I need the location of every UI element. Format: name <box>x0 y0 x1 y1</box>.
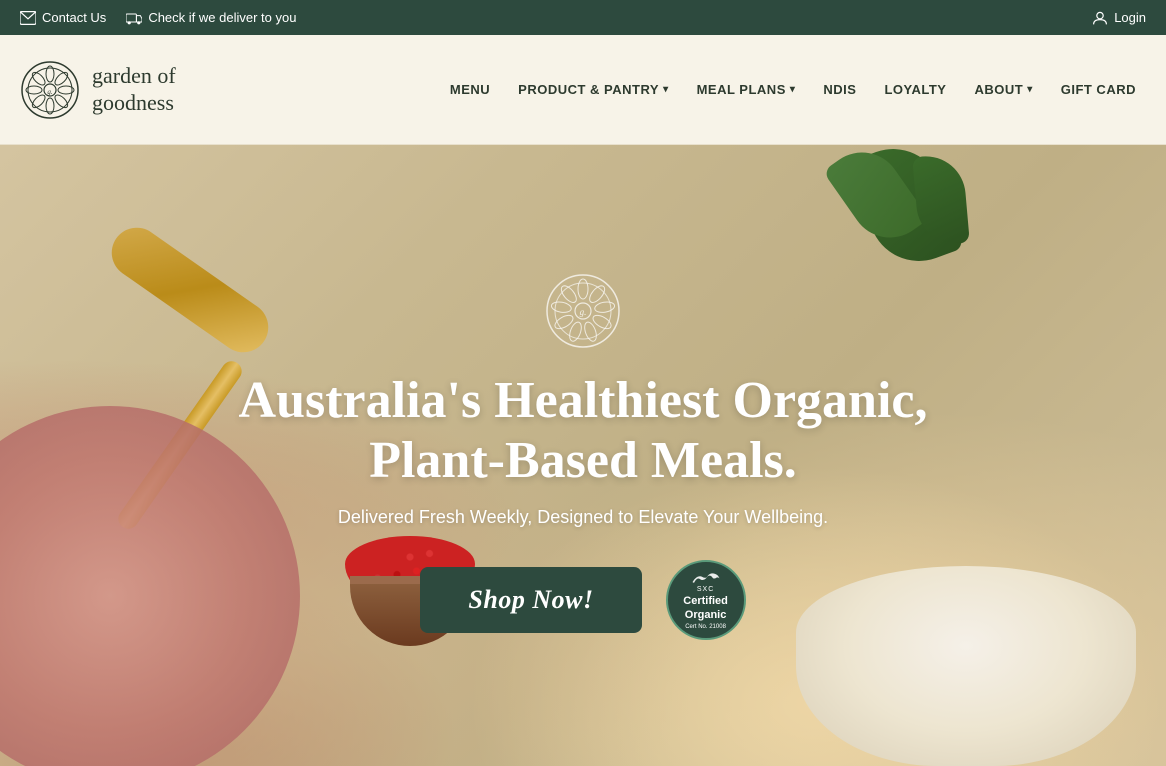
contact-us-link[interactable]: Contact Us <box>20 10 106 26</box>
nav-product-pantry[interactable]: PRODUCT & PANTRY ▾ <box>518 82 668 97</box>
logo-text-line1: garden of <box>92 63 176 89</box>
svg-text:g.: g. <box>47 88 53 96</box>
nav-about[interactable]: ABOUT ▾ <box>974 82 1032 97</box>
svg-text:g.: g. <box>580 307 587 317</box>
shop-now-button[interactable]: Shop Now! <box>420 567 641 633</box>
hero-section: g. Australia's Healthiest Organic, Plant… <box>0 145 1166 766</box>
logo-text-line2: goodness <box>92 90 176 116</box>
chevron-down-icon: ▾ <box>663 84 669 95</box>
nav-loyalty[interactable]: LOYALTY <box>884 82 946 97</box>
logo-area[interactable]: g. garden of goodness <box>20 60 176 120</box>
badge-sub-text: Cert No. 21008 <box>685 624 726 630</box>
organic-badge: SXC Certified Organic Cert No. 21008 <box>666 560 746 640</box>
login-area[interactable]: Login <box>1092 10 1146 26</box>
logo-icon: g. <box>20 60 80 120</box>
chevron-down-icon: ▾ <box>790 84 796 95</box>
nav-meal-plans[interactable]: MEAL PLANS ▾ <box>697 82 796 97</box>
nav-menu[interactable]: MENU <box>450 82 490 97</box>
delivery-check-link[interactable]: Check if we deliver to you <box>126 10 296 26</box>
logo-text: garden of goodness <box>92 63 176 116</box>
hero-logo-watermark: g. <box>543 271 623 351</box>
top-bar-left: Contact Us Check if we deliver to you <box>20 10 296 26</box>
nav-ndis[interactable]: NDIS <box>823 82 856 97</box>
hero-cta-area: Shop Now! SXC Certified Organic Cert No.… <box>420 560 745 640</box>
hero-title: Australia's Healthiest Organic, Plant-Ba… <box>239 371 928 491</box>
chevron-down-icon: ▾ <box>1027 84 1033 95</box>
delivery-check-label: Check if we deliver to you <box>148 10 296 25</box>
login-label: Login <box>1114 10 1146 25</box>
header: g. garden of goodness MENU PRODUCT & PAN… <box>0 35 1166 145</box>
badge-main-text: Certified Organic <box>676 595 736 621</box>
user-icon <box>1092 10 1108 26</box>
nav-gift-card[interactable]: GIFT CARD <box>1061 82 1136 97</box>
delivery-icon <box>126 10 142 26</box>
top-bar: Contact Us Check if we deliver to you Lo… <box>0 0 1166 35</box>
email-icon <box>20 10 36 26</box>
contact-us-label: Contact Us <box>42 10 106 25</box>
hero-content: g. Australia's Healthiest Organic, Plant… <box>0 145 1166 766</box>
organic-badge-icon <box>691 570 721 587</box>
hero-subtitle: Delivered Fresh Weekly, Designed to Elev… <box>338 507 828 528</box>
main-nav: MENU PRODUCT & PANTRY ▾ MEAL PLANS ▾ NDI… <box>450 82 1136 97</box>
badge-top-text: SXC <box>697 586 714 593</box>
